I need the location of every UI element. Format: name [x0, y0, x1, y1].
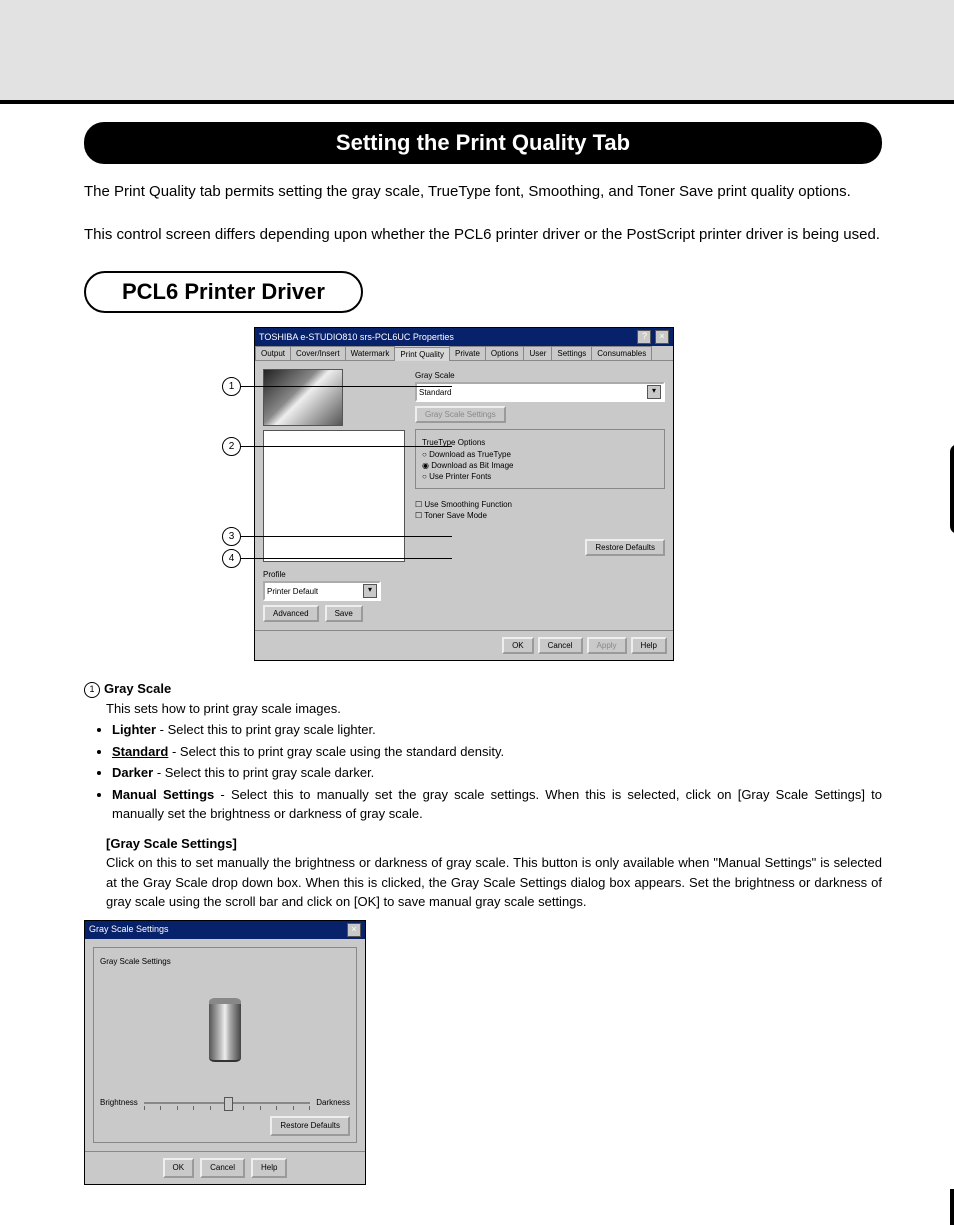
- callout-1-num: 1: [222, 377, 241, 396]
- callout-3: 3: [222, 527, 452, 546]
- brightness-slider[interactable]: [144, 1096, 310, 1110]
- tab-consumables[interactable]: Consumables: [591, 346, 652, 360]
- desc-gray-scale-text: This sets how to print gray scale images…: [106, 699, 882, 719]
- desc-li-standard: Standard - Select this to print gray sca…: [112, 742, 882, 762]
- callout-3-num: 3: [222, 527, 241, 546]
- profile-value: Printer Default: [267, 587, 318, 596]
- help-icon[interactable]: ?: [637, 330, 651, 344]
- desc-li-manual-b: Manual Settings: [112, 787, 214, 802]
- dialog-button-row: OK Cancel Apply Help: [255, 630, 673, 660]
- darkness-label: Darkness: [316, 1097, 350, 1109]
- callout-4: 4: [222, 549, 452, 568]
- cylinder-icon: [209, 998, 241, 1062]
- dlg2-titlebar: Gray Scale Settings ×: [85, 921, 365, 939]
- desc-gs-settings-text: Click on this to set manually the bright…: [106, 853, 882, 912]
- checkbox-smoothing[interactable]: Use Smoothing Function: [415, 499, 665, 510]
- callout-1-leader: [241, 386, 452, 387]
- header-gray-band: [0, 0, 954, 100]
- tab-cover-insert[interactable]: Cover/Insert: [290, 346, 346, 360]
- apply-button[interactable]: Apply: [587, 637, 627, 654]
- tab-settings[interactable]: Settings: [551, 346, 592, 360]
- callout-2-leader: [241, 446, 452, 447]
- dialog-titlebar: TOSHIBA e-STUDIO810 srs-PCL6UC Propertie…: [255, 328, 673, 346]
- ok-button[interactable]: OK: [502, 637, 534, 654]
- dlg2-button-row: OK Cancel Help: [85, 1151, 365, 1184]
- desc-li-manual: Manual Settings - Select this to manuall…: [112, 785, 882, 824]
- desc-li-lighter-b: Lighter: [112, 722, 156, 737]
- slider-thumb[interactable]: [224, 1097, 233, 1111]
- dlg2-preview: [100, 970, 350, 1090]
- dialog-title: TOSHIBA e-STUDIO810 srs-PCL6UC Propertie…: [259, 332, 454, 342]
- chapter-side-tab: Printing from Windows Computer: [950, 444, 954, 534]
- desc-li-darker: Darker - Select this to print gray scale…: [112, 763, 882, 783]
- dlg2-group: Gray Scale Settings Brightness Darkness: [93, 947, 357, 1143]
- radio-download-truetype[interactable]: Download as TrueType: [422, 449, 658, 460]
- dlg2-title: Gray Scale Settings: [89, 923, 169, 937]
- truetype-group: TrueType Options Download as TrueType Do…: [415, 429, 665, 489]
- intro-paragraph-1: The Print Quality tab permits setting th…: [84, 178, 882, 207]
- subsection-title: PCL6 Printer Driver: [84, 271, 363, 313]
- desc-li-manual-t: - Select this to manually set the gray s…: [112, 787, 882, 822]
- radio-download-bitimage[interactable]: Download as Bit Image: [422, 460, 658, 471]
- intro-paragraph-2: This control screen differs depending up…: [84, 221, 882, 250]
- truetype-label: TrueType Options: [422, 438, 658, 447]
- chevron-down-icon: ▾: [647, 385, 661, 399]
- help-button[interactable]: Help: [631, 637, 667, 654]
- desc-li-darker-b: Darker: [112, 765, 153, 780]
- callout-2: 2: [222, 437, 452, 456]
- desc-li-standard-b: Standard: [112, 744, 168, 759]
- desc-li-darker-t: - Select this to print gray scale darker…: [153, 765, 374, 780]
- dlg2-restore-defaults-button[interactable]: Restore Defaults: [270, 1116, 350, 1136]
- titlebar-buttons: ? ×: [636, 330, 669, 344]
- tab-print-quality[interactable]: Print Quality: [394, 347, 450, 361]
- page-number: 109: [950, 1189, 954, 1225]
- save-button[interactable]: Save: [325, 605, 363, 622]
- restore-defaults-button[interactable]: Restore Defaults: [585, 539, 665, 556]
- desc-li-lighter: Lighter - Select this to print gray scal…: [112, 720, 882, 740]
- close-icon[interactable]: ×: [347, 923, 361, 937]
- tab-options[interactable]: Options: [485, 346, 525, 360]
- callout-4-num: 4: [222, 549, 241, 568]
- advanced-button[interactable]: Advanced: [263, 605, 319, 622]
- callout-2-num: 2: [222, 437, 241, 456]
- dlg2-group-label: Gray Scale Settings: [100, 956, 350, 968]
- tab-private[interactable]: Private: [449, 346, 486, 360]
- section-title: Setting the Print Quality Tab: [84, 122, 882, 164]
- radio-use-printer-fonts[interactable]: Use Printer Fonts: [422, 471, 658, 482]
- tab-output[interactable]: Output: [255, 346, 291, 360]
- profile-label: Profile: [263, 570, 286, 579]
- dlg2-cancel-button[interactable]: Cancel: [200, 1158, 245, 1178]
- properties-dialog-figure: 1 2 3 4 TOSHIBA e-STUDIO810 srs-PCL6UC P…: [254, 327, 674, 661]
- desc-li-lighter-t: - Select this to print gray scale lighte…: [156, 722, 376, 737]
- cancel-button[interactable]: Cancel: [538, 637, 583, 654]
- tab-watermark[interactable]: Watermark: [345, 346, 396, 360]
- description-block: 1 Gray Scale This sets how to print gray …: [84, 679, 882, 1185]
- callout-3-leader: [241, 536, 452, 537]
- desc-gray-scale-heading: Gray Scale: [104, 681, 171, 696]
- gray-scale-label: Gray Scale: [415, 371, 665, 380]
- checkbox-toner-save[interactable]: Toner Save Mode: [415, 510, 665, 521]
- callout-1: 1: [222, 377, 452, 396]
- gray-scale-dropdown[interactable]: Standard▾: [415, 382, 665, 402]
- tab-user[interactable]: User: [523, 346, 552, 360]
- desc-callout-1: 1: [84, 682, 100, 698]
- dialog-tabs: Output Cover/Insert Watermark Print Qual…: [255, 346, 673, 361]
- gray-scale-settings-button[interactable]: Gray Scale Settings: [415, 406, 506, 423]
- dlg2-ok-button[interactable]: OK: [163, 1158, 195, 1178]
- profile-dropdown[interactable]: Printer Default ▾: [263, 581, 381, 601]
- desc-gs-settings-heading: [Gray Scale Settings]: [106, 836, 237, 851]
- chevron-down-icon: ▾: [363, 584, 377, 598]
- callout-4-leader: [241, 558, 452, 559]
- desc-li-standard-t: - Select this to print gray scale using …: [168, 744, 504, 759]
- close-icon[interactable]: ×: [655, 330, 669, 344]
- brightness-label: Brightness: [100, 1097, 138, 1109]
- dlg2-help-button[interactable]: Help: [251, 1158, 287, 1178]
